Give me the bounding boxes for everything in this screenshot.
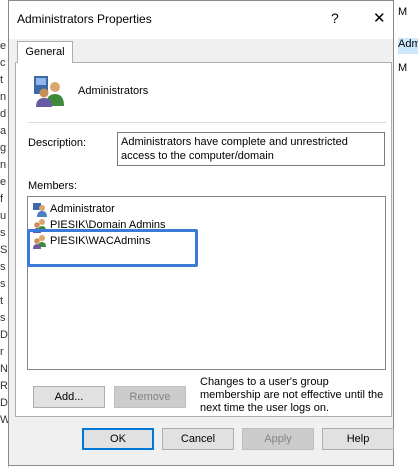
background-text-fragment: t bbox=[0, 74, 4, 86]
background-text-fragment: c bbox=[0, 57, 6, 69]
background-text-fragment: n bbox=[0, 159, 7, 171]
separator bbox=[28, 122, 386, 123]
background-text-fragment: W bbox=[0, 414, 8, 426]
background-text-fragment: s bbox=[0, 261, 6, 273]
ok-button[interactable]: OK bbox=[82, 428, 154, 450]
bg-list-item-selected[interactable]: Admin bbox=[398, 38, 418, 54]
remove-button[interactable]: Remove bbox=[114, 386, 186, 408]
background-text-fragment: s bbox=[0, 312, 6, 324]
members-list[interactable]: Administrator PIESIK\Domain Admins PIESI… bbox=[27, 196, 386, 370]
bg-list-item[interactable]: M bbox=[398, 62, 418, 78]
background-text-fragment: s bbox=[0, 278, 6, 290]
members-label: Members: bbox=[28, 180, 77, 192]
help-button[interactable]: Help bbox=[322, 428, 394, 450]
background-text-fragment: n bbox=[0, 91, 7, 103]
annotation-highlight-box bbox=[27, 229, 198, 267]
add-button[interactable]: Add... bbox=[33, 386, 105, 408]
background-text-fragment: g bbox=[0, 142, 7, 154]
bg-list-item[interactable]: M bbox=[398, 6, 418, 22]
apply-button[interactable]: Apply bbox=[242, 428, 314, 450]
background-text-fragment: D bbox=[0, 397, 8, 409]
cancel-button[interactable]: Cancel bbox=[162, 428, 234, 450]
background-text-fragment: N bbox=[0, 363, 8, 375]
background-text-fragment: e bbox=[0, 40, 7, 52]
background-text-fragment: t bbox=[0, 295, 4, 307]
description-field[interactable]: Administrators have complete and unrestr… bbox=[117, 132, 385, 166]
close-button[interactable]: ✕ bbox=[373, 9, 386, 27]
background-text-fragment: D bbox=[0, 329, 8, 341]
membership-note: Changes to a user's group membership are… bbox=[200, 376, 384, 414]
background-text-fragment: u bbox=[0, 210, 7, 222]
group-icon bbox=[32, 74, 68, 110]
background-text-fragment: f bbox=[0, 193, 4, 205]
window-title: Administrators Properties bbox=[17, 12, 152, 26]
background-text-fragment: R bbox=[0, 380, 8, 392]
background-text-fragment: r bbox=[0, 346, 4, 358]
member-name: Administrator bbox=[50, 203, 115, 215]
list-item[interactable]: Administrator bbox=[32, 201, 115, 217]
title-bar[interactable]: Administrators Properties ? ✕ bbox=[9, 1, 393, 39]
description-label: Description: bbox=[28, 137, 87, 149]
background-text-fragment: s bbox=[0, 227, 6, 239]
help-title-button[interactable]: ? bbox=[331, 10, 339, 26]
group-name: Administrators bbox=[78, 85, 149, 97]
background-text-fragment: a bbox=[0, 125, 7, 137]
background-text-fragment: S bbox=[0, 244, 8, 256]
background-text-fragment: d bbox=[0, 108, 7, 120]
tab-general[interactable]: General bbox=[17, 41, 73, 63]
background-text-fragment: e bbox=[0, 176, 7, 188]
background-window-right: M Admin M bbox=[396, 0, 418, 468]
user-icon bbox=[32, 201, 48, 217]
